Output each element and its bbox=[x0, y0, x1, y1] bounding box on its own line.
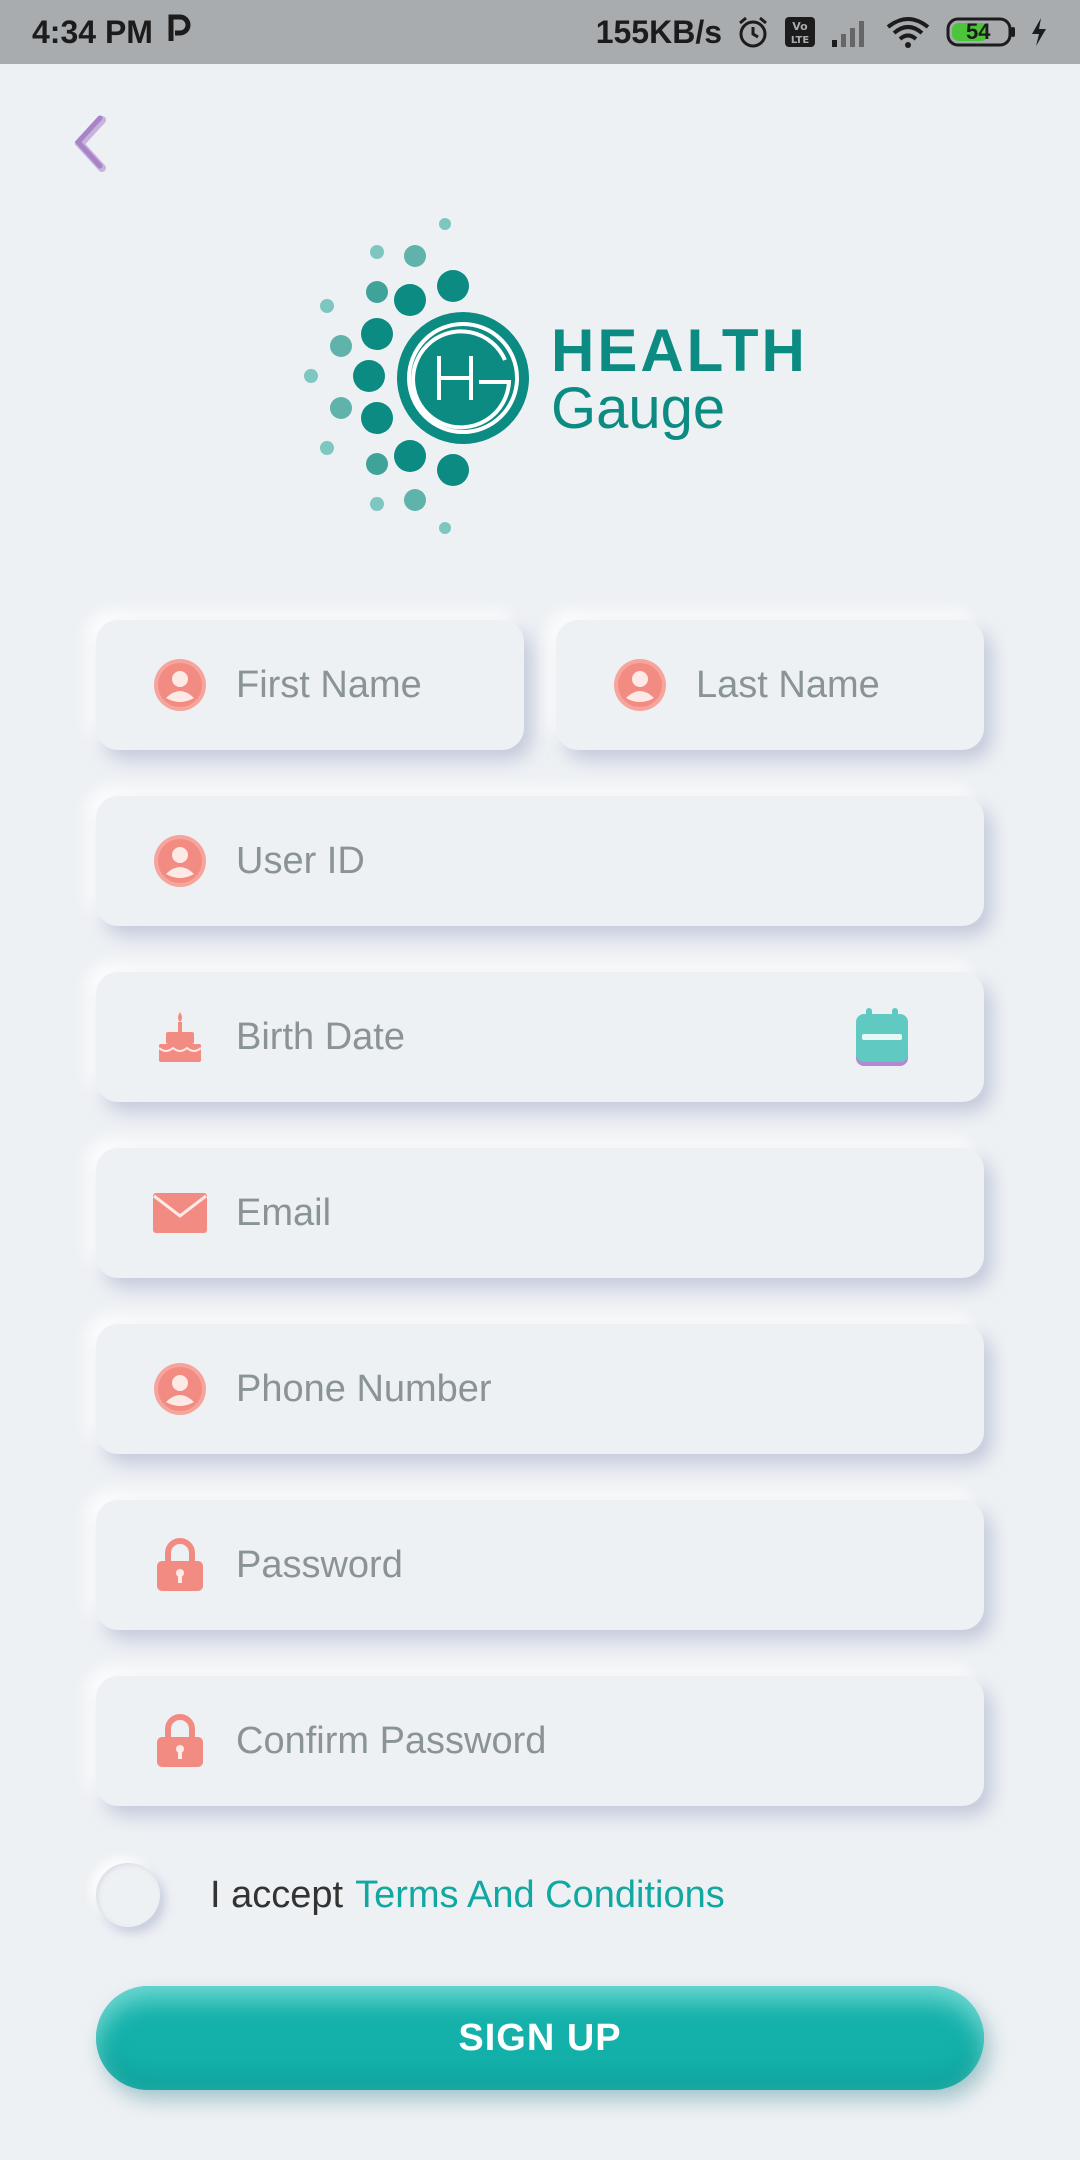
first-name-field[interactable]: First Name bbox=[96, 620, 524, 750]
logo-title: HEALTH bbox=[551, 317, 808, 384]
logo-mark-icon bbox=[304, 218, 529, 534]
volte-icon: Vo LTE bbox=[784, 16, 816, 48]
user-icon bbox=[152, 833, 208, 889]
mail-icon bbox=[152, 1185, 208, 1241]
wifi-icon bbox=[884, 15, 932, 49]
status-time: 4:34 PM bbox=[32, 13, 153, 50]
confirm-password-field[interactable]: Confirm Password bbox=[96, 1676, 984, 1806]
password-field[interactable]: Password bbox=[96, 1500, 984, 1630]
terms-prefix: I accept bbox=[210, 1873, 344, 1916]
phone-number-field[interactable]: Phone Number bbox=[96, 1324, 984, 1454]
email-placeholder: Email bbox=[236, 1191, 332, 1234]
confirm-password-placeholder: Confirm Password bbox=[236, 1719, 547, 1762]
alarm-icon bbox=[736, 15, 770, 49]
p-icon bbox=[167, 13, 191, 51]
calendar-icon[interactable] bbox=[854, 1006, 910, 1073]
battery-level: 54 bbox=[966, 19, 991, 44]
first-name-placeholder: First Name bbox=[236, 663, 422, 706]
terms-row: I accept Terms And Conditions bbox=[96, 1860, 725, 1930]
battery-icon: 54 bbox=[946, 16, 1016, 48]
sign-up-button[interactable]: SIGN UP bbox=[96, 1986, 984, 2090]
signal-icon bbox=[830, 16, 870, 48]
user-icon bbox=[152, 1361, 208, 1417]
birth-date-field[interactable]: Birth Date bbox=[96, 972, 984, 1102]
chevron-left-icon bbox=[74, 115, 106, 172]
health-gauge-logo: HEALTH Gauge bbox=[295, 210, 805, 550]
network-speed: 155KB/s bbox=[595, 13, 722, 50]
cake-icon bbox=[152, 1009, 208, 1065]
email-field[interactable]: Email bbox=[96, 1148, 984, 1278]
birth-date-placeholder: Birth Date bbox=[236, 1015, 405, 1058]
user-id-field[interactable]: User ID bbox=[96, 796, 984, 926]
svg-text:Vo: Vo bbox=[792, 20, 808, 33]
svg-text:LTE: LTE bbox=[791, 35, 810, 46]
terms-radio[interactable] bbox=[96, 1863, 160, 1927]
password-placeholder: Password bbox=[236, 1543, 403, 1586]
logo-text: HEALTH Gauge bbox=[551, 317, 808, 441]
phone-number-placeholder: Phone Number bbox=[236, 1367, 492, 1410]
lock-icon bbox=[152, 1537, 208, 1593]
last-name-field[interactable]: Last Name bbox=[556, 620, 984, 750]
lock-icon bbox=[152, 1713, 208, 1769]
logo-subtitle: Gauge bbox=[551, 376, 726, 441]
status-bar: 4:34 PM 155KB/s Vo LTE 54 bbox=[0, 0, 1080, 64]
charging-icon bbox=[1030, 17, 1048, 47]
last-name-placeholder: Last Name bbox=[696, 663, 880, 706]
user-icon bbox=[152, 657, 208, 713]
user-id-placeholder: User ID bbox=[236, 839, 365, 882]
back-button[interactable] bbox=[64, 108, 120, 180]
terms-link[interactable]: Terms And Conditions bbox=[355, 1874, 725, 1917]
user-icon bbox=[612, 657, 668, 713]
